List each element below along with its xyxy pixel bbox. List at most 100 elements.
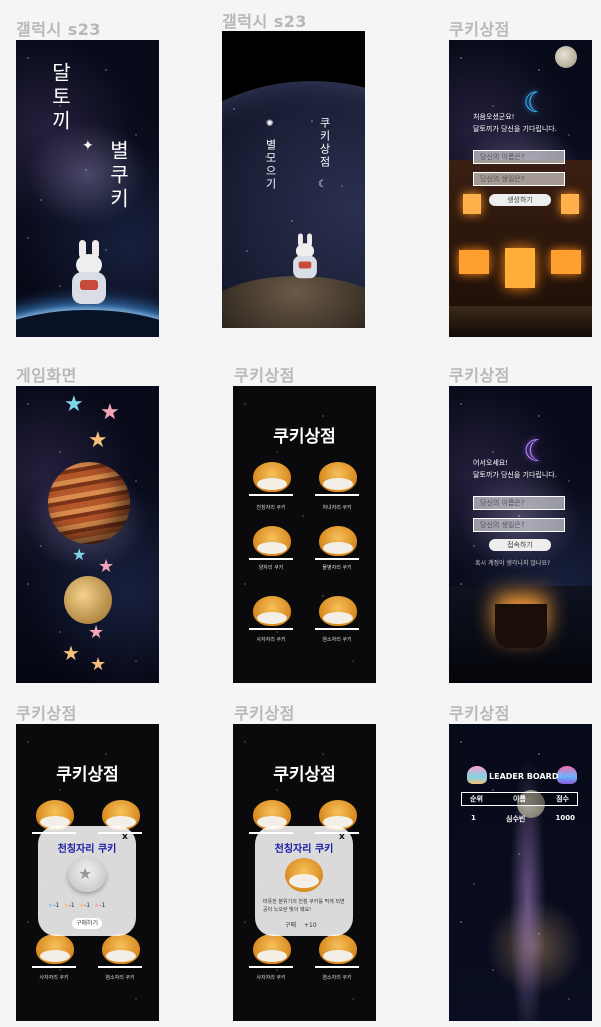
cookie-name: 사자자리 쿠키 xyxy=(256,637,286,643)
cookie-image[interactable] xyxy=(319,596,357,626)
shelf xyxy=(32,966,76,968)
cookie-image xyxy=(285,858,323,892)
frame-label: 쿠키상점 xyxy=(449,366,510,385)
frame-label: 쿠키상점 xyxy=(16,704,77,723)
cookie-image[interactable] xyxy=(319,526,357,556)
star-icon[interactable]: ★ xyxy=(90,654,106,676)
cupcake-icon xyxy=(467,766,487,784)
shop-title: 쿠키상점 xyxy=(56,765,119,785)
menu-cookie-shop[interactable]: 쿠키상점 xyxy=(316,117,332,169)
star-icon[interactable]: ★ xyxy=(88,622,104,644)
greeting-subtitle: 달토끼가 당신을 기다립니다. xyxy=(473,471,557,479)
frame-label: 쿠키상점 xyxy=(234,366,295,385)
frame-shop-popup-1[interactable]: 쿠키상점 사자자리 쿠키 염소자리 쿠키 천칭자리 쿠키 x ★ ★-1 ★-1… xyxy=(16,724,159,1021)
greeting-subtitle: 달토끼가 당신을 기다립니다. xyxy=(473,125,557,133)
cookie-image[interactable] xyxy=(253,526,291,556)
moon-icon: ☾ xyxy=(318,179,327,190)
shelf xyxy=(249,494,293,496)
name-input[interactable]: 당신의 이름은? xyxy=(473,150,565,164)
star-icon[interactable]: ★ xyxy=(98,556,114,578)
star-icon[interactable]: ★ xyxy=(72,544,86,566)
cookie-image[interactable] xyxy=(319,462,357,492)
frame-login[interactable]: ☾ 어서오세요! 달토끼가 당신을 기다립니다. 당신의 이름은? 당신의 생일… xyxy=(449,386,592,683)
cookie-name: 처녀자리 쿠키 xyxy=(322,505,352,511)
sparkle-icon: ✦ xyxy=(82,138,94,154)
moon-icon: ☾ xyxy=(523,434,550,469)
cookie-name: 염소자리 쿠키 xyxy=(322,637,352,643)
star-icon[interactable]: ★ xyxy=(100,402,120,424)
cookie-popup: 천칭자리 쿠키 x 따뜻한 분위기의 천칭 쿠키를 먹게 되면 공이 노오란 빛이… xyxy=(255,826,353,936)
leaderboard-header: 순위 이름 점수 xyxy=(461,792,578,806)
login-button[interactable]: 접속하기 xyxy=(489,539,551,551)
shelf xyxy=(315,628,359,630)
cookie-name: 물병자리 쿠키 xyxy=(322,565,352,571)
title-word-2: 별쿠키 xyxy=(106,140,130,212)
frame-label: 쿠키상점 xyxy=(449,704,510,723)
frame-label: 쿠키상점 xyxy=(449,20,510,39)
frame-intro-2[interactable]: ✺ 별모으기 쿠키상점 ☾ xyxy=(222,31,365,328)
frame-intro-1[interactable]: 달토끼 별쿠키 ✦ xyxy=(16,40,159,337)
frame-label: 갤럭시 s23 xyxy=(16,20,102,39)
jupiter-image xyxy=(48,462,130,544)
moon-image xyxy=(64,576,112,624)
cookie-image: ★ xyxy=(68,858,106,892)
greeting-title: 어서오세요! xyxy=(473,459,509,467)
moon-icon: ☾ xyxy=(523,86,549,119)
cookie-name: 양자리 쿠키 xyxy=(258,565,284,571)
cauldron-image xyxy=(495,604,547,648)
create-button[interactable]: 생성하기 xyxy=(489,194,551,206)
buy-button[interactable]: 구매하기 xyxy=(72,918,102,929)
shelf xyxy=(315,494,359,496)
shelf xyxy=(315,966,359,968)
forgot-account-link[interactable]: 혹시 계정이 생각나지 않나요? xyxy=(475,558,550,569)
star-icon[interactable]: ★ xyxy=(88,430,108,452)
house-image xyxy=(449,160,592,337)
cookie-description: 따뜻한 분위기의 천칭 쿠키를 먹게 되면 공이 노오란 빛이 돼요! xyxy=(263,899,345,913)
frame-signup[interactable]: ☾ 처음오셨군요! 달토끼가 당신을 기다립니다. 당신의 이름은? 당신의 생… xyxy=(449,40,592,337)
buy-button[interactable]: 구매 xyxy=(285,922,296,929)
leaderboard-row: 1 심수빈 1000 xyxy=(471,814,575,823)
cupcake-icon xyxy=(557,766,577,784)
popup-title: 천칭자리 쿠키 xyxy=(274,844,334,855)
frame-shop-popup-2[interactable]: 쿠키상점 사자자리 쿠키 염소자리 쿠키 천칭자리 쿠키 x 따뜻한 분위기의 … xyxy=(233,724,376,1021)
frame-label: 갤럭시 s23 xyxy=(222,12,308,31)
cost-row: ★-1 ★-1 ★-1 ★-1 xyxy=(48,902,106,909)
leaderboard-title: LEADER BOARD xyxy=(489,772,559,781)
cookie-image[interactable] xyxy=(36,934,74,964)
name-input[interactable]: 당신의 이름은? xyxy=(473,496,565,510)
frame-label: 쿠키상점 xyxy=(234,704,295,723)
greeting-title: 처음오셨군요! xyxy=(473,113,515,121)
birthday-input[interactable]: 당신의 생일은? xyxy=(473,518,565,532)
shelf xyxy=(98,966,142,968)
birthday-input[interactable]: 당신의 생일은? xyxy=(473,172,565,186)
shelf xyxy=(315,558,359,560)
moon-image xyxy=(555,46,577,68)
shelf xyxy=(249,558,293,560)
shop-title: 쿠키상점 xyxy=(273,765,336,785)
star-icon: ✺ xyxy=(266,119,274,129)
buy-row: 구매 +10 xyxy=(285,920,317,929)
cookie-popup: 천칭자리 쿠키 x ★ ★-1 ★-1 ★-1 ★-1 구매하기 xyxy=(38,826,136,936)
cookie-name: 천칭자리 쿠키 xyxy=(256,505,286,511)
title-word-1: 달토끼 xyxy=(48,62,72,134)
cookie-image[interactable] xyxy=(253,462,291,492)
frame-game[interactable]: ★ ★ ★ ★ ★ ★ ★ ★ xyxy=(16,386,159,683)
rabbit-astronaut-icon xyxy=(66,240,112,310)
frame-label: 게임화면 xyxy=(16,366,77,385)
cookie-image[interactable] xyxy=(253,596,291,626)
cookie-image[interactable] xyxy=(319,934,357,964)
cookie-image[interactable] xyxy=(253,934,291,964)
shelf xyxy=(249,628,293,630)
star-icon[interactable]: ★ xyxy=(62,642,80,664)
shop-title: 쿠키상점 xyxy=(273,427,336,447)
cookie-name: 염소자리 쿠키 xyxy=(322,975,352,981)
close-icon[interactable]: x xyxy=(122,832,128,842)
menu-collect-stars[interactable]: 별모으기 xyxy=(262,139,278,191)
close-icon[interactable]: x xyxy=(339,832,345,842)
cookie-image[interactable] xyxy=(102,934,140,964)
reward-value: +10 xyxy=(303,922,317,929)
frame-leaderboard[interactable]: LEADER BOARD 순위 이름 점수 1 심수빈 1000 xyxy=(449,724,592,1021)
star-icon[interactable]: ★ xyxy=(64,394,84,416)
frame-shop[interactable]: 쿠키상점 천칭자리 쿠키 처녀자리 쿠키 양자리 쿠키 물병자리 쿠키 사자자리… xyxy=(233,386,376,683)
shelf xyxy=(249,966,293,968)
